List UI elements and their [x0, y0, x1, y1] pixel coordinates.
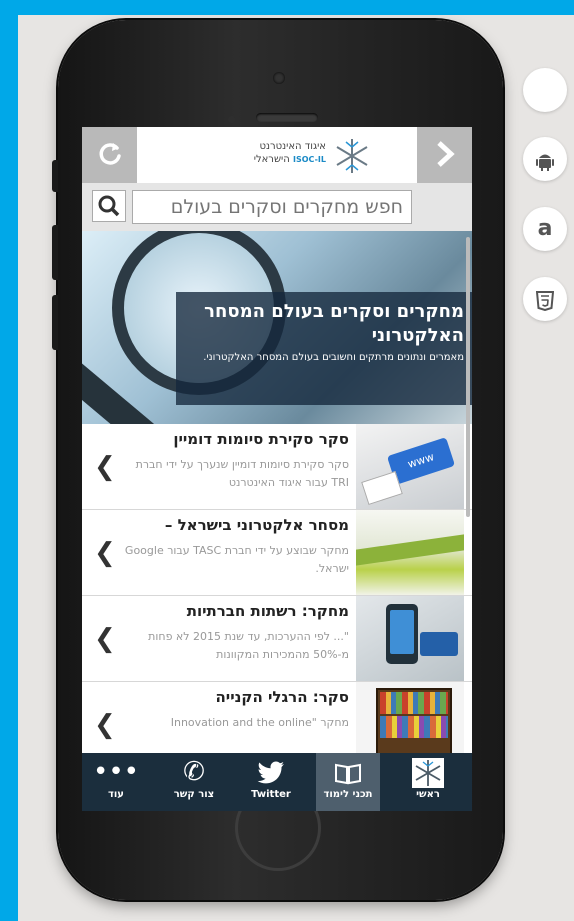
list-item[interactable]: מחקר: רשתות חברתיות "... לפי ההערכות, עד… [82, 596, 472, 682]
app-header: איגוד האינטרנט הישראלי ISOC-IL [82, 127, 472, 183]
item-title: סקר סקירת סיומות דומיין [173, 430, 349, 448]
list-item[interactable]: מסחר אלקטרוני בישראל – מחקר שבוצע על ידי… [82, 510, 472, 596]
tab-label: עוד [108, 789, 124, 800]
amazon-store-button[interactable]: a [523, 207, 567, 251]
more-dots-icon: ••• [92, 757, 139, 787]
hero-banner[interactable]: מחקרים וסקרים בעולם המסחר האלקטרוני מאמר… [82, 231, 472, 424]
item-title: סקר: הרגלי הקנייה [215, 688, 349, 706]
tab-label: צור קשר [173, 789, 215, 800]
chevron-left-icon: ❮ [94, 538, 116, 568]
scrollbar[interactable] [466, 237, 470, 517]
tab-label: ראשי [416, 789, 440, 800]
tab-home[interactable]: ראשי [396, 753, 460, 811]
search-button[interactable] [92, 190, 126, 222]
tab-study-content[interactable]: תכני לימוד [316, 753, 380, 811]
tab-twitter[interactable]: Twitter [239, 753, 303, 811]
front-camera [273, 72, 285, 84]
articles-list: www סקר סקירת סיומות דומיין סקר סקירת סי… [82, 424, 472, 768]
snowflake-logo-icon [396, 753, 460, 789]
app-screen: איגוד האינטרנט הישראלי ISOC-IL חפש מחקרי… [82, 127, 472, 811]
chart-thumbnail [356, 510, 464, 595]
amazon-icon: a [537, 216, 553, 241]
android-store-button[interactable] [523, 137, 567, 181]
book-icon [316, 753, 380, 789]
refresh-icon [99, 143, 121, 165]
tab-more[interactable]: ••• עוד [84, 753, 148, 811]
page-background: איגוד האינטרנט הישראלי ISOC-IL חפש מחקרי… [18, 15, 574, 921]
tab-label: Twitter [251, 789, 291, 800]
refresh-button[interactable] [82, 127, 137, 183]
android-icon [536, 154, 554, 171]
back-button[interactable] [417, 127, 472, 183]
item-description: מחקר שבוצע על ידי חברת TASC עבור Google … [124, 544, 349, 575]
mute-switch [52, 160, 58, 192]
twitter-bird-icon [239, 753, 303, 789]
logo-line1: איגוד האינטרנט [259, 141, 326, 152]
isoc-logo: איגוד האינטרנט הישראלי ISOC-IL [242, 136, 372, 176]
volume-up-button [52, 225, 58, 280]
tab-label: תכני לימוד [323, 789, 373, 800]
search-input[interactable] [132, 190, 412, 224]
chevron-left-icon: ❮ [94, 624, 116, 654]
apple-store-button[interactable] [523, 68, 567, 112]
bottom-tab-bar: ••• עוד ✆ צור קשר Twitter תכני לימוד ראש… [82, 753, 472, 811]
item-title: מחקר: רשתות חברתיות [186, 602, 349, 620]
phone-frame: איגוד האינטרנט הישראלי ISOC-IL חפש מחקרי… [52, 20, 503, 900]
chevron-left-icon: ❮ [94, 710, 116, 740]
phone-payment-thumbnail [356, 596, 464, 681]
html5-button[interactable] [523, 277, 567, 321]
logo-tag: ISOC-IL [293, 155, 326, 164]
volume-down-button [52, 295, 58, 350]
hero-subtitle: מאמרים ונתונים מרתקים וחשובים בעולם המסח… [203, 352, 464, 363]
html5-icon [535, 290, 555, 311]
list-item[interactable]: www סקר סקירת סיומות דומיין סקר סקירת סי… [82, 424, 472, 510]
earpiece-speaker [256, 113, 318, 122]
logo-line2: הישראלי [253, 154, 290, 165]
snowflake-icon [336, 139, 368, 173]
search-bar [82, 183, 472, 231]
search-icon [98, 195, 120, 217]
hero-title: מחקרים וסקרים בעולם המסחר האלקטרוני [204, 301, 464, 346]
hero-caption: מחקרים וסקרים בעולם המסחר האלקטרוני מאמר… [176, 292, 472, 405]
tab-contact[interactable]: ✆ צור קשר [162, 753, 226, 811]
item-title: מסחר אלקטרוני בישראל – [164, 516, 349, 534]
keyboard-www-thumbnail: www [356, 424, 464, 509]
phone-icon: ✆ [183, 757, 205, 787]
item-description: מחקר "Innovation and the online [170, 716, 349, 729]
item-description: "... לפי ההערכות, עד שנת 2015 לא פחות מ-… [148, 630, 349, 661]
chevron-left-icon: ❮ [94, 452, 116, 482]
chevron-right-icon [436, 141, 455, 167]
item-description: סקר סקירת סיומות דומיין שנערך על ידי חבר… [135, 458, 349, 489]
proximity-sensor [228, 116, 235, 123]
